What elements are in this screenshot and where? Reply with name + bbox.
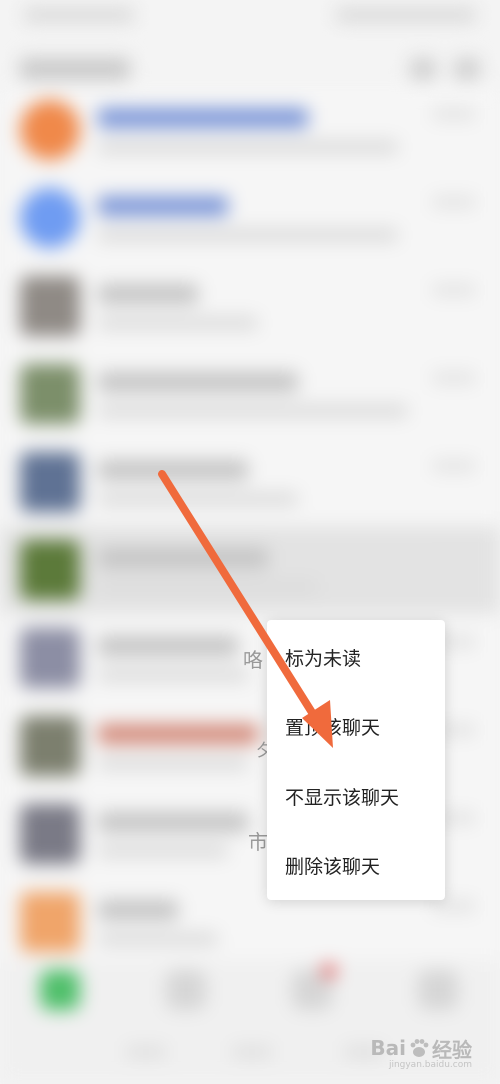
blurred-chat-list-background — [0, 0, 500, 1084]
status-bar — [24, 8, 476, 26]
paw-logo-icon — [410, 1039, 429, 1057]
chat-row — [0, 350, 500, 438]
chat-row — [0, 174, 500, 262]
hide-chat-menu-item[interactable]: 不显示该聊天 — [267, 761, 445, 831]
chat-row — [0, 86, 500, 174]
delete-chat-menu-item[interactable]: 删除该聊天 — [267, 830, 445, 900]
app-header — [20, 58, 480, 82]
chat-row-selected — [0, 526, 500, 614]
discover-badge — [322, 964, 336, 978]
chat-row — [0, 262, 500, 350]
chat-context-menu: 标为未读 置顶该聊天 不显示该聊天 删除该聊天 — [267, 620, 445, 900]
chat-row — [0, 438, 500, 526]
watermark-brand-suffix: 经验 — [432, 1037, 472, 1062]
chats-tab-icon — [40, 970, 80, 1010]
peek-text: 市 — [248, 830, 268, 854]
watermark-url: jingyan.baidu.com — [388, 1060, 472, 1070]
mark-unread-menu-item[interactable]: 标为未读 — [267, 622, 445, 692]
pin-chat-menu-item[interactable]: 置顶该聊天 — [267, 691, 445, 761]
watermark-brand: Bai — [370, 1036, 406, 1060]
search-icon — [410, 58, 436, 80]
baidu-jingyan-watermark: Bai 经验 jingyan.baidu.com — [370, 1034, 472, 1070]
peek-text: 咯 — [243, 648, 263, 672]
me-tab-icon — [418, 970, 458, 1010]
contacts-tab-icon — [166, 970, 206, 1010]
add-icon — [454, 58, 480, 80]
